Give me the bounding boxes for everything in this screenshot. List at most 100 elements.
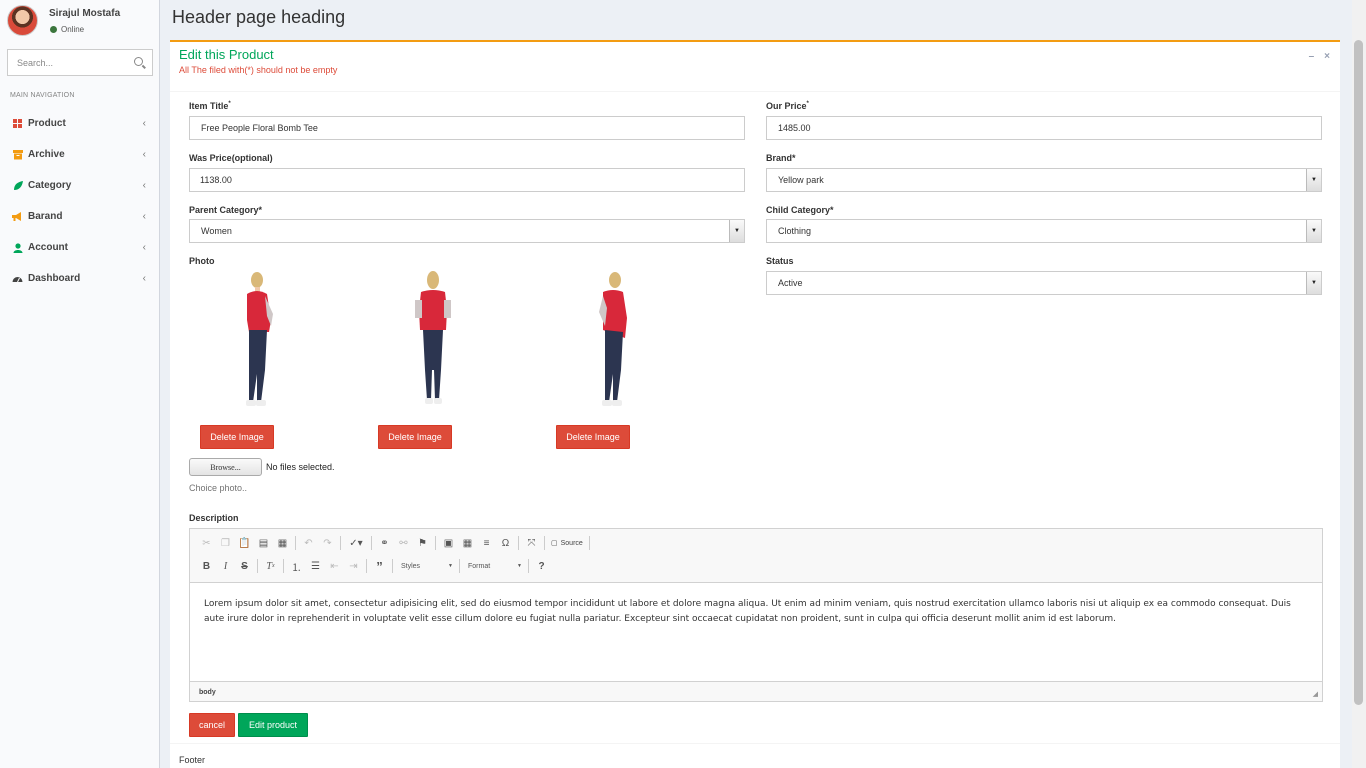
sidebar-item-label: Barand — [28, 211, 63, 222]
chevron-left-icon: ‹ — [142, 273, 146, 284]
user-panel: Sirajul Mostafa Online — [0, 0, 159, 40]
paste-word-icon[interactable]: ▦ — [273, 535, 292, 551]
format-dropdown[interactable]: Format ▼ — [463, 558, 525, 574]
was-price-label: Was Price(optional) — [189, 153, 273, 163]
anchor-flag-icon[interactable]: ⚑ — [413, 535, 432, 551]
strikethrough-icon[interactable]: S — [235, 558, 254, 574]
sidebar-nav: Product ‹ Archive ‹ Category ‹ Barand ‹ — [0, 108, 159, 294]
archive-icon — [12, 149, 23, 160]
sidebar-item-dashboard[interactable]: Dashboard ‹ — [0, 263, 159, 294]
table-icon[interactable]: ▦ — [458, 535, 477, 551]
status-select[interactable]: Active ▼ — [766, 271, 1322, 295]
item-title-input[interactable]: Free People Floral Bomb Tee — [189, 116, 745, 140]
box-footer: Footer — [170, 743, 1340, 768]
scrollbar-thumb[interactable] — [1354, 40, 1363, 705]
source-icon: ▢ — [551, 540, 558, 547]
product-photo — [415, 271, 451, 404]
sidebar: Sirajul Mostafa Online MAIN NAVIGATION P… — [0, 0, 160, 768]
editor-content[interactable]: Lorem ipsum dolor sit amet, consectetur … — [190, 582, 1322, 682]
brand-select[interactable]: Yellow park ▼ — [766, 168, 1322, 192]
toolbar-separator — [459, 559, 460, 573]
parent-category-value: Women — [201, 226, 232, 236]
box-subtitle: All The filed with(*) should not be empt… — [179, 65, 338, 75]
sidebar-item-label: Account — [28, 242, 68, 253]
was-price-input[interactable]: 1138.00 — [189, 168, 745, 192]
search-icon[interactable] — [134, 57, 143, 66]
paste-text-icon[interactable]: ▤ — [254, 535, 273, 551]
page-scrollbar[interactable] — [1352, 0, 1366, 768]
special-char-icon[interactable]: Ω — [496, 535, 515, 551]
user-name: Sirajul Mostafa — [49, 8, 121, 19]
toolbar-separator — [295, 536, 296, 550]
help-icon[interactable]: ? — [532, 558, 551, 574]
link-icon[interactable]: ⚭ — [375, 535, 394, 551]
edit-product-box: Edit this Product All The filed with(*) … — [170, 40, 1340, 768]
online-dot-icon — [50, 26, 57, 33]
user-status: Online — [50, 25, 84, 34]
photo-help-text: Choice photo.. — [189, 483, 248, 493]
copy-icon[interactable]: ❐ — [216, 535, 235, 551]
sidebar-item-category[interactable]: Category ‹ — [0, 170, 159, 201]
delete-image-button[interactable]: Delete Image — [378, 425, 452, 449]
sidebar-item-barand[interactable]: Barand ‹ — [0, 201, 159, 232]
toolbar-separator — [392, 559, 393, 573]
numbered-list-icon[interactable]: ⒈ — [287, 558, 306, 574]
user-status-text: Online — [61, 25, 85, 34]
delete-image-button[interactable]: Delete Image — [556, 425, 630, 449]
source-button[interactable]: ▢ Source — [548, 539, 586, 548]
maximize-icon[interactable]: ⤧ — [522, 535, 541, 551]
bold-icon[interactable]: B — [197, 558, 216, 574]
rich-text-editor: ✂ ❐ 📋 ▤ ▦ ↶ ↷ ✓▾ ⚭ ⚯ ⚑ ▣ ▦ ≡ Ω ⤧ ▢ Sourc… — [189, 528, 1323, 702]
edit-product-button[interactable]: Edit product — [238, 713, 308, 737]
photo-label: Photo — [189, 256, 215, 266]
brand-label: Brand* — [766, 153, 796, 163]
spellcheck-icon[interactable]: ✓▾ — [344, 535, 368, 551]
outdent-icon[interactable]: ⇤ — [325, 558, 344, 574]
delete-image-button[interactable]: Delete Image — [200, 425, 274, 449]
collapse-icon[interactable]: – — [1309, 51, 1315, 62]
italic-icon[interactable]: I — [216, 558, 235, 574]
cut-icon[interactable]: ✂ — [197, 535, 216, 551]
chevron-left-icon: ‹ — [142, 118, 146, 129]
our-price-input[interactable]: 1485.00 — [766, 116, 1322, 140]
unlink-icon[interactable]: ⚯ — [394, 535, 413, 551]
parent-category-select[interactable]: Women ▼ — [189, 219, 745, 243]
child-category-select[interactable]: Clothing ▼ — [766, 219, 1322, 243]
resize-handle-icon[interactable]: ◢ — [1313, 690, 1318, 698]
blockquote-icon[interactable]: ” — [370, 558, 389, 574]
chevron-left-icon: ‹ — [142, 149, 146, 160]
cancel-button[interactable]: cancel — [189, 713, 235, 737]
undo-icon[interactable]: ↶ — [299, 535, 318, 551]
toolbar-separator — [518, 536, 519, 550]
paste-icon[interactable]: 📋 — [235, 535, 254, 551]
dropdown-arrow-icon: ▼ — [1306, 272, 1321, 294]
toolbar-separator — [283, 559, 284, 573]
status-value: Active — [778, 278, 803, 288]
remove-format-icon[interactable]: Tx — [261, 558, 280, 574]
search-input[interactable] — [8, 50, 128, 75]
source-label: Source — [560, 539, 583, 547]
browse-button[interactable]: Browse... — [189, 458, 262, 476]
toolbar-separator — [366, 559, 367, 573]
page-title: Header page heading — [172, 7, 346, 27]
sidebar-search — [7, 49, 153, 76]
required-mark: * — [806, 101, 809, 107]
dropdown-arrow-icon: ▼ — [729, 220, 744, 242]
sidebar-item-archive[interactable]: Archive ‹ — [0, 139, 159, 170]
image-icon[interactable]: ▣ — [439, 535, 458, 551]
horizontal-line-icon[interactable]: ≡ — [477, 535, 496, 551]
bulleted-list-icon[interactable]: ☰ — [306, 558, 325, 574]
redo-icon[interactable]: ↷ — [318, 535, 337, 551]
sidebar-item-label: Archive — [28, 149, 65, 160]
editor-element-path[interactable]: body — [199, 689, 216, 696]
brand-select-value: Yellow park — [778, 175, 824, 185]
indent-icon[interactable]: ⇥ — [344, 558, 363, 574]
sidebar-item-product[interactable]: Product ‹ — [0, 108, 159, 139]
caret-down-icon: ▼ — [517, 563, 522, 569]
sidebar-item-account[interactable]: Account ‹ — [0, 232, 159, 263]
close-icon[interactable]: × — [1324, 51, 1330, 62]
required-mark: * — [228, 101, 231, 107]
avatar[interactable] — [7, 5, 38, 36]
styles-dropdown[interactable]: Styles ▼ — [396, 558, 456, 574]
product-photo — [246, 272, 273, 406]
